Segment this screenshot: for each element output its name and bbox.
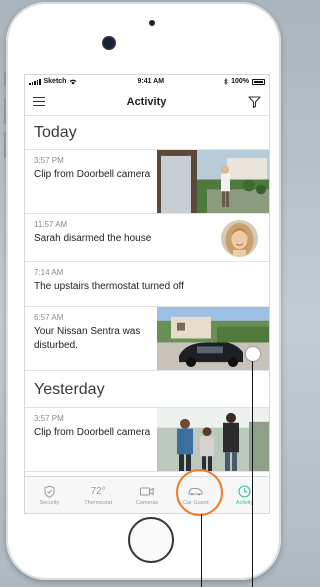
status-time: 9:41 AM bbox=[137, 78, 165, 85]
nav-bar: Activity bbox=[25, 88, 269, 116]
tab-activity[interactable]: Activity bbox=[220, 477, 269, 513]
bluetooth-icon bbox=[224, 78, 228, 85]
activity-item[interactable]: 3:57 PM Clip from Doorbell camera bbox=[25, 408, 269, 472]
carrier-name: Sketch bbox=[43, 78, 67, 85]
item-message: Clip from Doorbell camera bbox=[34, 169, 151, 180]
activity-item[interactable]: 6:57 AM Your Nissan Sentra was disturbed… bbox=[25, 307, 269, 371]
tab-label: Activity bbox=[235, 500, 254, 506]
avatar bbox=[221, 220, 258, 257]
pointer-dot bbox=[246, 347, 260, 361]
section-header-today: Today bbox=[25, 116, 269, 150]
tab-cameras[interactable]: Cameras bbox=[123, 477, 172, 513]
item-message: The upstairs thermostat turned off bbox=[34, 281, 184, 292]
signal-icon bbox=[29, 78, 41, 85]
home-button[interactable] bbox=[128, 517, 174, 563]
item-message: Clip from Doorbell camera bbox=[34, 427, 151, 438]
tab-bar: Security 72° Thermostat Cameras Car Guar… bbox=[25, 476, 269, 513]
front-camera bbox=[104, 38, 114, 48]
battery-percent: 100% bbox=[231, 78, 249, 85]
app-screen: Sketch 9:41 AM 100% Activity Today 3:57 … bbox=[24, 74, 270, 514]
activity-item[interactable]: 7:14 AM The upstairs thermostat turned o… bbox=[25, 262, 269, 307]
thermostat-icon: 72° bbox=[91, 484, 106, 498]
activity-item[interactable]: 11:57 AM Sarah disarmed the house bbox=[25, 214, 269, 262]
battery-icon bbox=[252, 78, 265, 85]
wifi-icon bbox=[69, 79, 77, 85]
item-time: 7:14 AM bbox=[34, 268, 64, 277]
tab-thermostat[interactable]: 72° Thermostat bbox=[74, 477, 123, 513]
camera-icon bbox=[139, 484, 154, 498]
tab-security[interactable]: Security bbox=[25, 477, 74, 513]
item-message: Your Nissan Sentra was disturbed. bbox=[34, 326, 141, 351]
pointer-line bbox=[252, 361, 253, 587]
clock-icon bbox=[238, 484, 251, 498]
filter-icon[interactable] bbox=[248, 95, 261, 108]
thermostat-value: 72° bbox=[90, 485, 106, 497]
tab-label: Security bbox=[39, 500, 60, 506]
shield-icon bbox=[44, 484, 55, 498]
car-guard-highlight-ring bbox=[176, 469, 223, 516]
activity-item[interactable]: 3:57 PM Clip from Doorbell camera bbox=[25, 150, 269, 214]
menu-icon[interactable] bbox=[33, 96, 45, 107]
page-title: Activity bbox=[126, 95, 167, 108]
doorbell-clip-thumbnail[interactable] bbox=[157, 150, 269, 213]
section-header-yesterday: Yesterday bbox=[25, 371, 269, 408]
speaker-dot bbox=[149, 20, 155, 26]
tab-label: Cameras bbox=[135, 500, 159, 506]
tab-label: Thermostat bbox=[84, 500, 113, 506]
pointer-line bbox=[201, 514, 202, 587]
status-bar: Sketch 9:41 AM 100% bbox=[25, 75, 269, 88]
